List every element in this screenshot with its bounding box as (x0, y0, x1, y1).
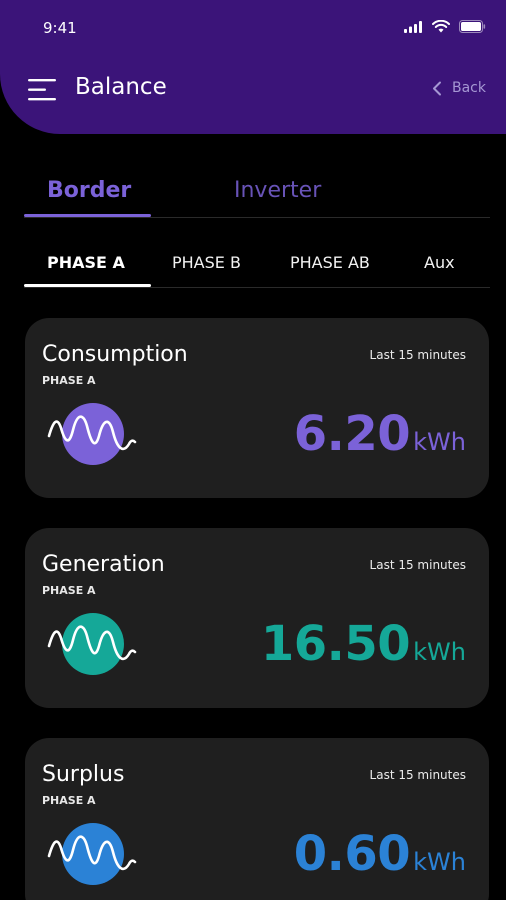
tab-inverter[interactable]: Inverter (234, 178, 321, 203)
value-unit: kWh (413, 848, 466, 876)
card-period: Last 15 minutes (369, 768, 466, 782)
phase-tabs: PHASE A PHASE B PHASE AB Aux (24, 244, 490, 288)
wave-blue-icon (47, 823, 137, 885)
card-phase: PHASE A (42, 584, 96, 597)
wave-teal-icon (47, 613, 137, 675)
status-icons (404, 20, 486, 33)
app-header: 9:41 Balance Back (0, 0, 506, 134)
value-unit: kWh (413, 638, 466, 666)
card-title: Generation (42, 552, 165, 577)
wave-purple-icon (47, 403, 137, 465)
tab-phase-b[interactable]: PHASE B (172, 253, 241, 272)
hamburger-menu-icon (28, 79, 56, 101)
value-number: 6.20 (293, 406, 411, 462)
back-label: Back (452, 80, 486, 96)
wifi-icon (432, 20, 450, 33)
card-period: Last 15 minutes (369, 348, 466, 362)
card-value: 0.60 kWh (294, 826, 466, 882)
status-bar: 9:41 (0, 0, 506, 60)
card-period: Last 15 minutes (369, 558, 466, 572)
tab-border-underline (24, 214, 151, 217)
card-phase: PHASE A (42, 794, 96, 807)
status-time: 9:41 (43, 19, 77, 37)
value-number: 0.60 (293, 826, 411, 882)
consumption-card[interactable]: Consumption PHASE A Last 15 minutes 6.20… (25, 318, 489, 498)
main-tabs: Border Inverter (24, 172, 490, 218)
card-title: Surplus (42, 762, 125, 787)
tab-aux[interactable]: Aux (424, 253, 455, 272)
signal-icon (404, 20, 422, 33)
generation-card[interactable]: Generation PHASE A Last 15 minutes 16.50… (25, 528, 489, 708)
value-unit: kWh (413, 428, 466, 456)
tab-phase-ab[interactable]: PHASE AB (290, 253, 370, 272)
tab-phase-a[interactable]: PHASE A (47, 253, 125, 272)
page-title: Balance (75, 74, 167, 100)
card-title: Consumption (42, 342, 188, 367)
back-button[interactable]: Back (432, 80, 486, 96)
card-phase: PHASE A (42, 374, 96, 387)
surplus-card[interactable]: Surplus PHASE A Last 15 minutes 0.60 kWh (25, 738, 489, 900)
card-value: 6.20 kWh (294, 406, 466, 462)
tab-border[interactable]: Border (47, 178, 131, 203)
menu-button[interactable] (28, 79, 58, 101)
tab-phase-a-underline (24, 284, 151, 287)
card-value: 16.50 kWh (261, 616, 466, 672)
battery-icon (459, 20, 486, 33)
value-number: 16.50 (260, 616, 411, 672)
chevron-left-icon (433, 81, 441, 95)
